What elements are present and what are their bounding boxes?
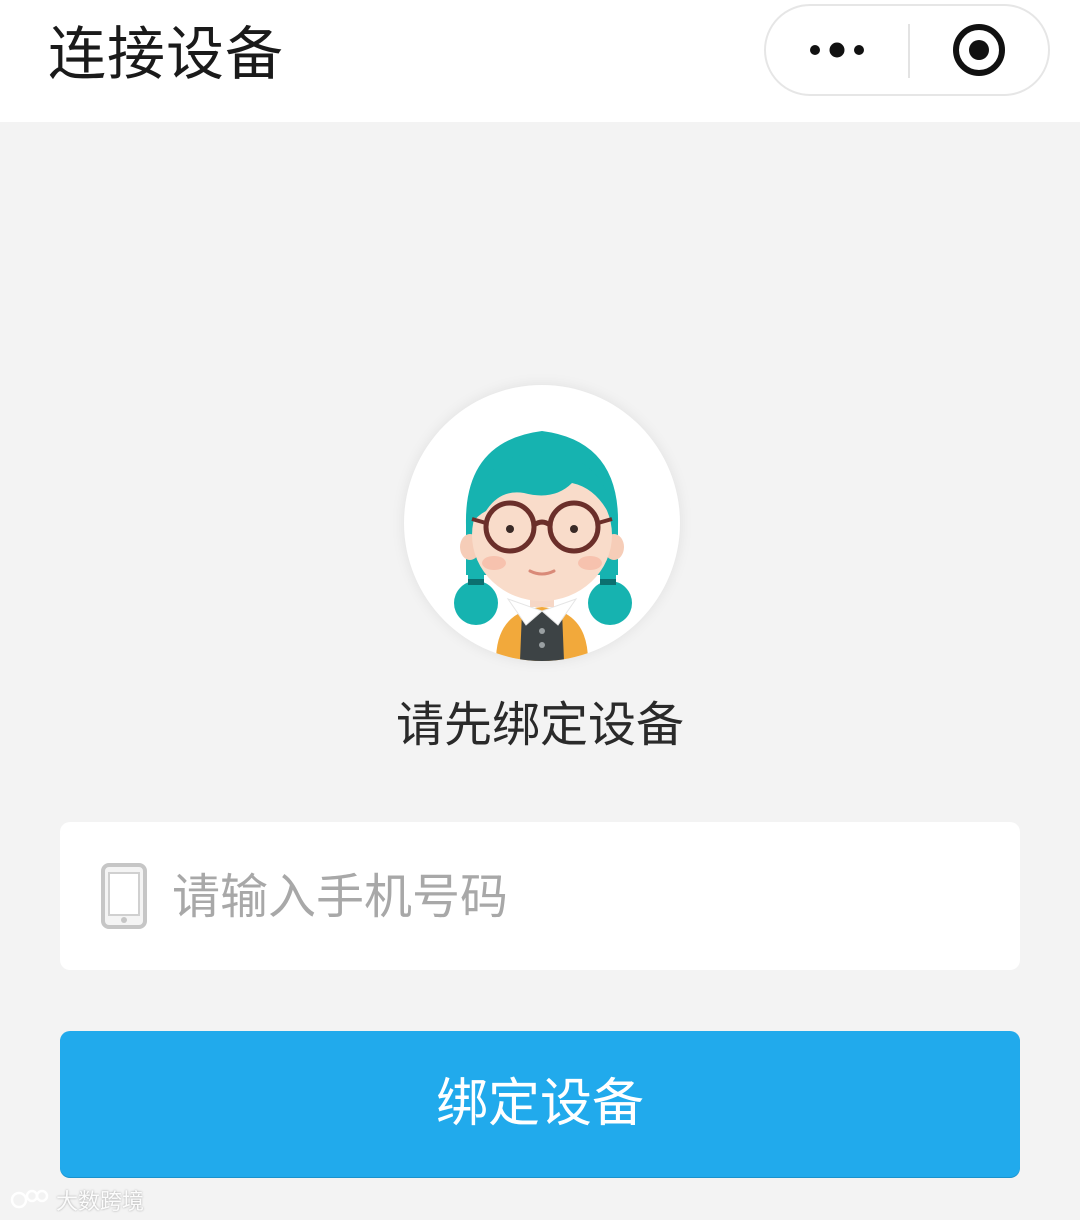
more-dots-icon xyxy=(810,42,864,58)
phone-field[interactable] xyxy=(60,822,1020,970)
watermark: 大数跨境 xyxy=(10,1184,144,1216)
phone-input[interactable] xyxy=(170,852,994,942)
girl-avatar-illustration xyxy=(454,431,632,661)
more-button[interactable] xyxy=(766,6,908,94)
close-button[interactable] xyxy=(910,6,1048,94)
menu-capsule xyxy=(764,4,1050,96)
target-close-icon xyxy=(953,24,1005,76)
bind-device-button[interactable]: 绑定设备 xyxy=(60,1031,1020,1177)
bind-device-prompt: 请先绑定设备 xyxy=(395,697,684,753)
watermark-text: 大数跨境 xyxy=(56,1190,145,1215)
page-title: 连接设备 xyxy=(48,20,285,88)
watermark-logo-icon xyxy=(10,1189,49,1209)
avatar xyxy=(404,385,680,661)
mobile-phone-icon xyxy=(101,863,147,929)
navigation-bar: 连接设备 xyxy=(0,0,1080,122)
